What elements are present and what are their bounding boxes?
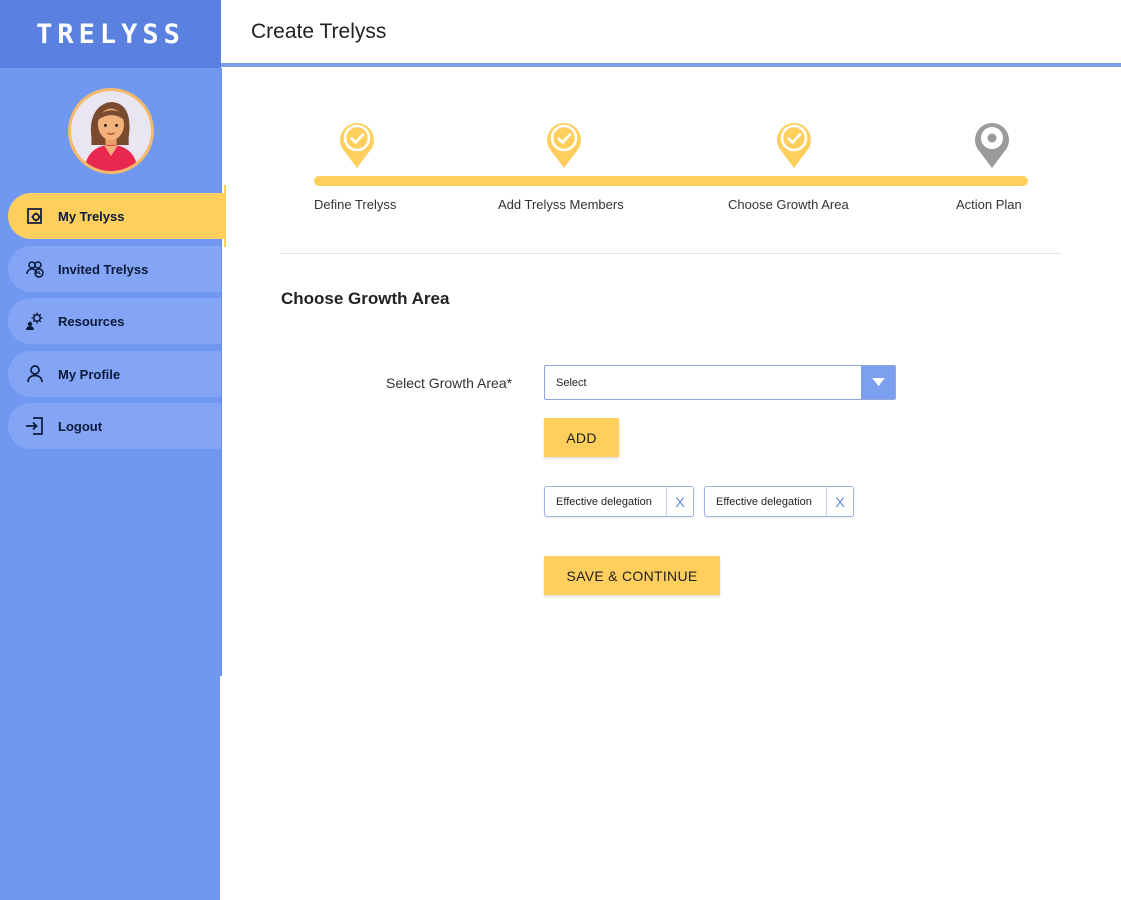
chip-remove-button[interactable]: X <box>666 487 693 516</box>
sidebar-item-label: My Trelyss <box>58 208 125 224</box>
chip-label: Effective delegation <box>556 496 652 508</box>
growth-area-chip: Effective delegation X <box>544 486 694 517</box>
growth-area-chip: Effective delegation X <box>704 486 854 517</box>
save-continue-button[interactable]: SAVE & CONTINUE <box>544 556 720 595</box>
settings-document-icon <box>24 205 46 227</box>
add-button[interactable]: ADD <box>544 418 619 457</box>
sidebar-item-my-trelyss[interactable]: My Trelyss <box>8 185 226 247</box>
page-title: Create Trelyss <box>251 20 387 43</box>
avatar[interactable] <box>68 88 154 174</box>
header-divider <box>221 63 1121 67</box>
avatar-illustration <box>84 102 138 171</box>
sidebar-item-label: My Profile <box>58 366 121 382</box>
sidebar-item-invited-trelyss[interactable]: Invited Trelyss <box>8 246 221 292</box>
section-divider <box>280 253 1062 254</box>
step-label-action-plan[interactable]: Action Plan <box>956 197 1022 212</box>
group-icon <box>24 258 46 280</box>
step-complete-pin-icon <box>336 119 378 169</box>
step-complete-pin-icon <box>773 119 815 169</box>
sidebar-item-label: Invited Trelyss <box>58 261 149 277</box>
dropdown-toggle[interactable] <box>861 366 895 399</box>
caret-down-icon <box>871 378 885 387</box>
brand-name: TRELYSS <box>36 18 185 50</box>
section-title: Choose Growth Area <box>281 289 450 308</box>
step-complete-pin-icon <box>543 119 585 169</box>
growth-area-label: Select Growth Area* <box>386 375 513 391</box>
growth-area-select[interactable]: Select <box>544 365 896 400</box>
sidebar-item-logout[interactable]: Logout <box>8 403 221 449</box>
sidebar-item-resources[interactable]: Resources <box>8 298 221 344</box>
step-label-add-members[interactable]: Add Trelyss Members <box>498 197 624 212</box>
stepper-track <box>314 176 1028 186</box>
user-icon <box>24 363 46 385</box>
step-label-choose-growth-area[interactable]: Choose Growth Area <box>728 197 849 212</box>
step-pending-pin-icon <box>971 119 1013 169</box>
sidebar-item-label: Resources <box>58 313 125 329</box>
sidebar-item-my-profile[interactable]: My Profile <box>8 351 221 397</box>
sidebar-item-label: Logout <box>58 418 103 434</box>
logout-icon <box>24 415 46 437</box>
chip-remove-button[interactable]: X <box>826 487 853 516</box>
chip-label: Effective delegation <box>716 496 812 508</box>
header: Create Trelyss <box>221 0 1121 64</box>
resources-gear-icon <box>24 310 46 332</box>
step-label-define-trelyss[interactable]: Define Trelyss <box>314 197 396 212</box>
brand-logo[interactable]: TRELYSS <box>0 0 221 68</box>
select-value: Select <box>556 377 587 389</box>
